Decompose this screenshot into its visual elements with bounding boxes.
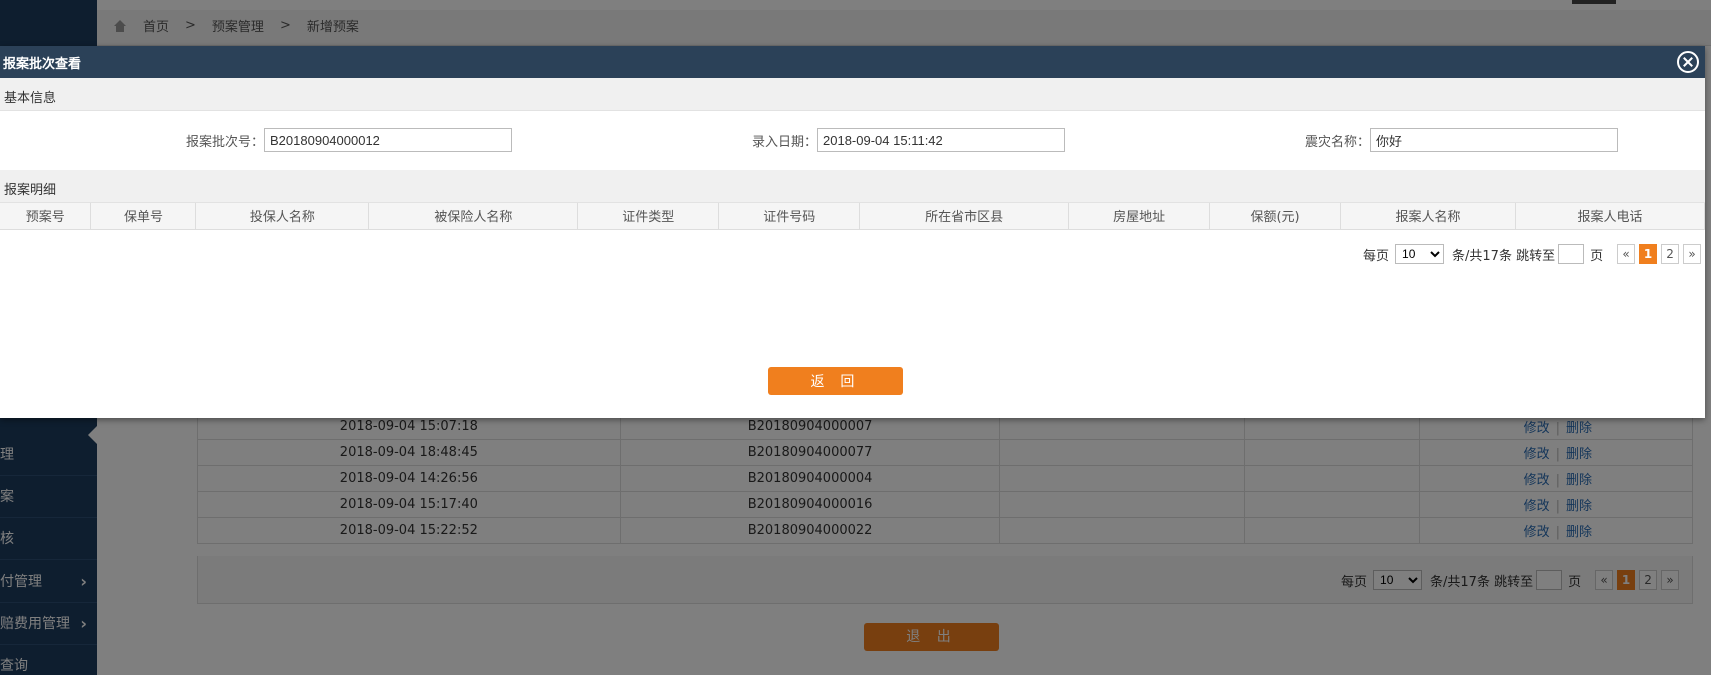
detail-section: 报案明细: [0, 170, 1705, 203]
total-label: 条/共17条 跳转至: [1452, 248, 1556, 264]
disaster-name-input[interactable]: [1370, 128, 1619, 152]
basic-info-section: 基本信息: [0, 78, 1705, 111]
batch-no-field: 报案批次号：: [186, 128, 513, 152]
dialog-pager: 每页 10 条/共17条 跳转至 页 « 1 2 »: [1363, 244, 1702, 264]
batch-view-dialog: 报案批次查看 基本信息 报案批次号： 录入日期： 震灾名称： 报案明细 预案号保…: [0, 46, 1706, 418]
section-title: 报案明细: [4, 183, 57, 198]
page-size-select[interactable]: 10: [1395, 244, 1445, 264]
field-label: 报案批次号：: [186, 134, 265, 150]
dialog-title: 报案批次查看: [3, 57, 82, 72]
section-title: 基本信息: [4, 91, 57, 106]
column-header: 预案号: [0, 203, 92, 230]
column-header: 所在省市区县: [859, 203, 1070, 230]
detail-table: 预案号 保单号 投保人名称 被保险人名称 证件类型 证件号码 所在省市区县 房屋地址 保额(元)…: [0, 203, 1706, 230]
disaster-name-field: 震灾名称：: [1305, 128, 1619, 152]
column-header: 报案人名称: [1340, 203, 1516, 230]
return-button[interactable]: 返 回: [768, 367, 903, 395]
close-icon[interactable]: [1677, 51, 1699, 73]
entry-date-field: 录入日期：: [752, 128, 1066, 152]
entry-date-input[interactable]: [817, 128, 1066, 152]
next-page-button[interactable]: »: [1683, 244, 1702, 264]
column-header: 投保人名称: [195, 203, 370, 230]
page-2-button[interactable]: 2: [1661, 244, 1680, 264]
batch-no-input[interactable]: [264, 128, 513, 152]
column-header: 证件类型: [577, 203, 720, 230]
column-header: 报案人电话: [1515, 203, 1706, 230]
field-label: 震灾名称：: [1305, 134, 1371, 150]
column-header: 证件号码: [718, 203, 861, 230]
page-1-button[interactable]: 1: [1639, 244, 1658, 264]
column-header: 保单号: [90, 203, 197, 230]
column-header: 保额(元): [1209, 203, 1342, 230]
page-jump-input[interactable]: [1558, 244, 1585, 264]
prev-page-button[interactable]: «: [1617, 244, 1636, 264]
column-header: 房屋地址: [1068, 203, 1211, 230]
column-header: 被保险人名称: [368, 203, 579, 230]
page-unit-label: 页: [1590, 248, 1604, 264]
field-label: 录入日期：: [752, 134, 818, 150]
per-page-label: 每页: [1363, 248, 1390, 264]
dialog-header: 报案批次查看: [0, 46, 1705, 78]
